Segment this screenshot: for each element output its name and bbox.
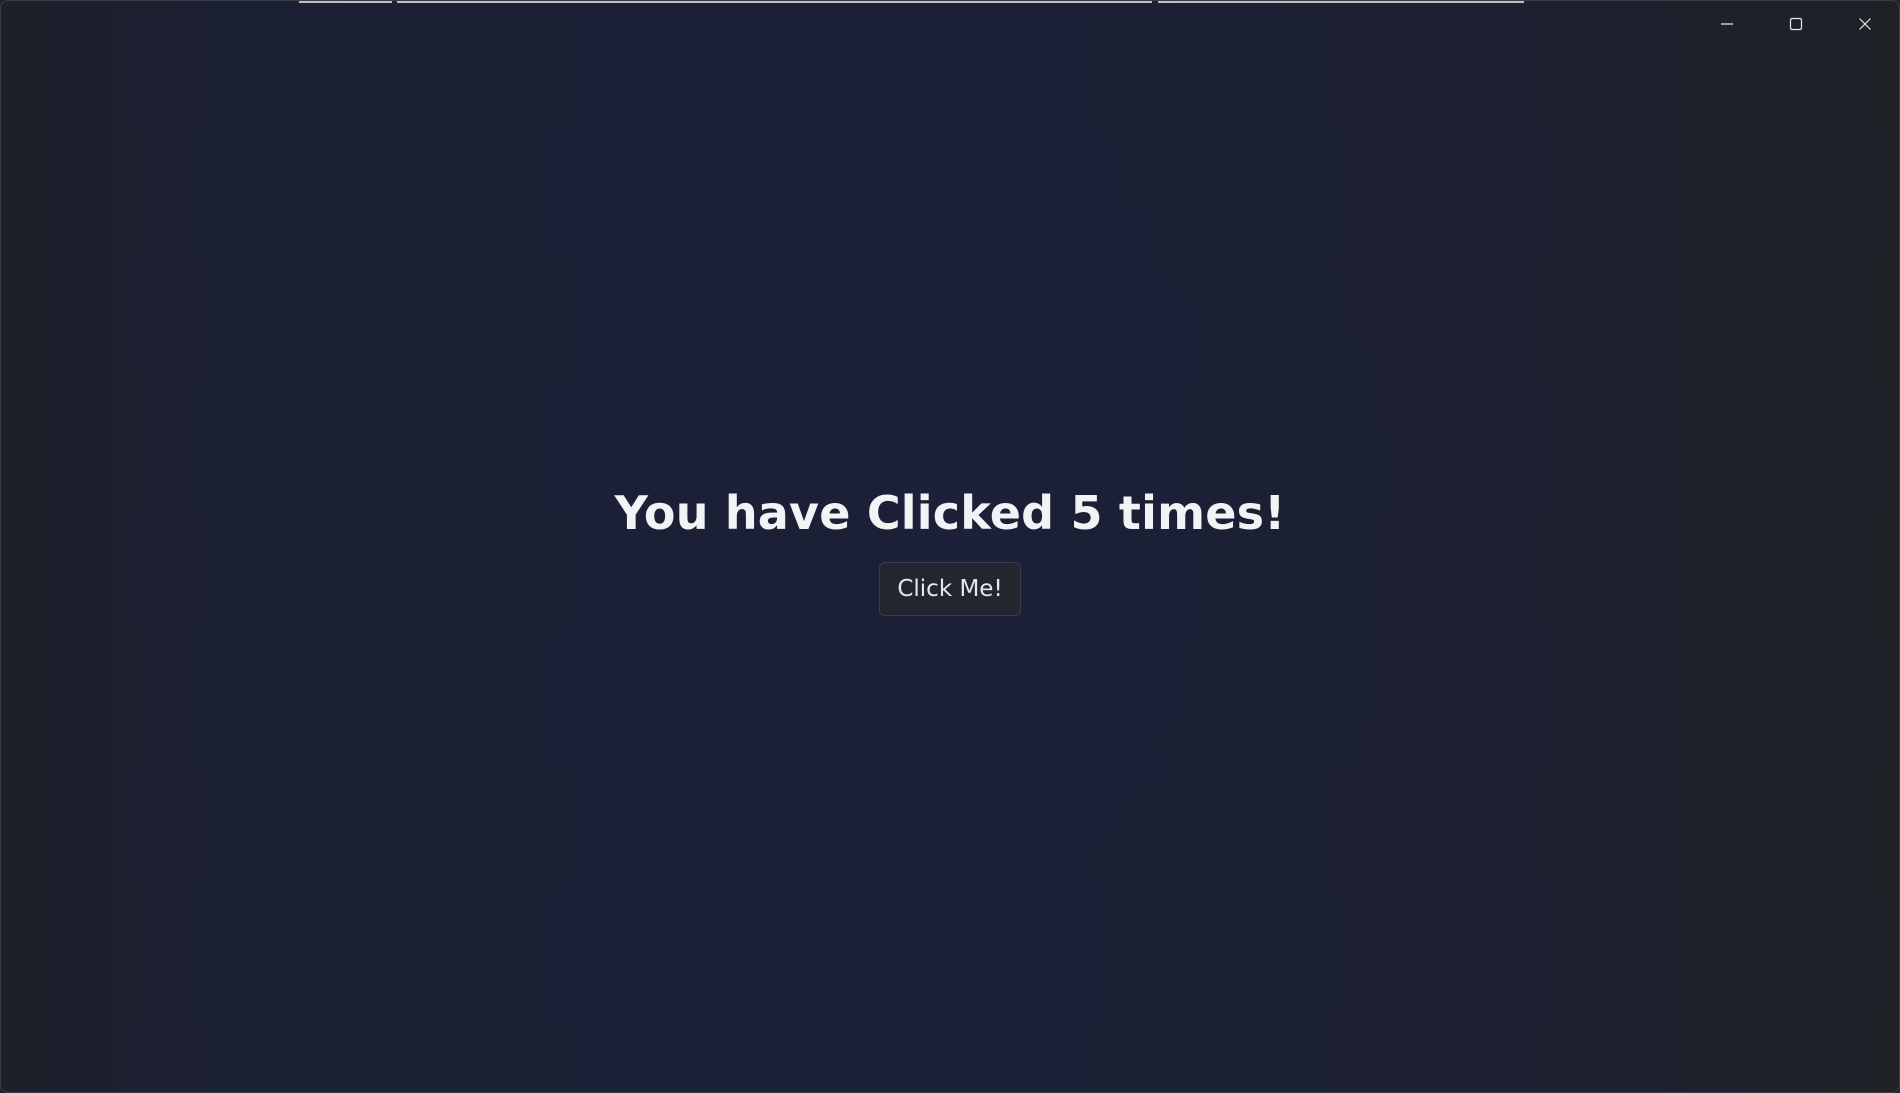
- click-me-button[interactable]: Click Me!: [879, 562, 1021, 616]
- close-button[interactable]: [1830, 1, 1899, 47]
- app-window: You have Clicked 5 times! Click Me!: [0, 0, 1900, 1093]
- main-content: You have Clicked 5 times! Click Me!: [1, 1, 1899, 1092]
- maximize-icon: [1788, 16, 1804, 32]
- minimize-icon: [1719, 16, 1735, 32]
- maximize-button[interactable]: [1761, 1, 1830, 47]
- close-icon: [1857, 16, 1873, 32]
- minimize-button[interactable]: [1692, 1, 1761, 47]
- click-count-heading: You have Clicked 5 times!: [614, 486, 1286, 540]
- window-caption-controls: [1692, 1, 1899, 47]
